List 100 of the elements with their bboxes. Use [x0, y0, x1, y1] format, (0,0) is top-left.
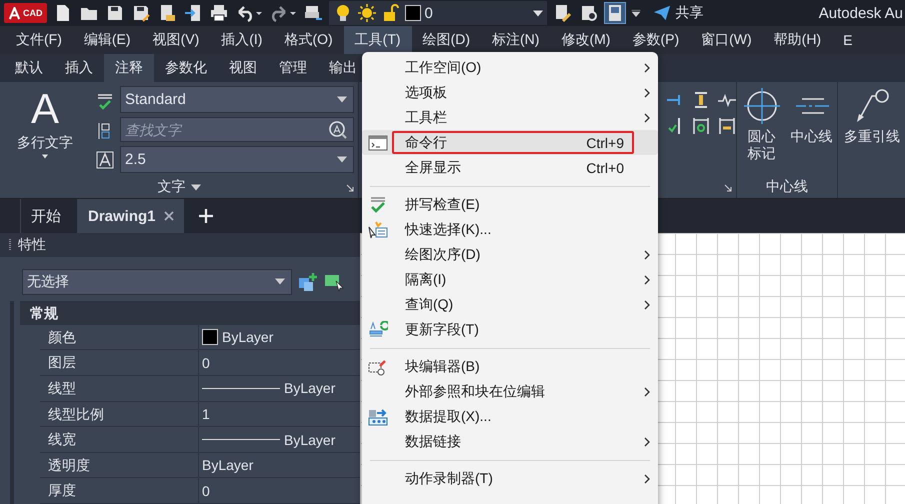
update-fields-icon [368, 320, 388, 338]
property-label: 线宽 [40, 427, 199, 452]
shortcut-text: Ctrl+0 [586, 160, 624, 176]
centerline-button[interactable]: 中心线 [790, 86, 832, 146]
menu-item[interactable]: 块编辑器(B) [362, 354, 658, 379]
menu-bar-item[interactable]: 文件(F) [5, 26, 73, 54]
menu-bar-item[interactable]: 视图(V) [142, 26, 210, 54]
menu-item[interactable]: 数据链接 [362, 429, 658, 454]
caret-icon [337, 156, 347, 163]
shortcut-text: Ctrl+9 [586, 134, 624, 150]
property-label: 颜色 [40, 324, 199, 350]
print-icon[interactable] [208, 3, 228, 23]
caret-icon [337, 96, 347, 103]
property-value[interactable]: 0 [202, 482, 210, 499]
multileader-button[interactable]: 多重引线 [844, 86, 900, 146]
selection-dropdown[interactable]: 无选择 [22, 268, 292, 295]
block-editor-icon [368, 358, 388, 376]
panel-title[interactable]: 文字 [158, 178, 186, 196]
dimension-icon[interactable] [691, 116, 711, 136]
property-value[interactable]: 1 [202, 406, 210, 422]
menu-bar-item[interactable]: 参数(P) [621, 26, 690, 54]
dialog-launcher-icon[interactable] [724, 184, 732, 192]
quick-select-icon[interactable] [298, 272, 318, 292]
caret-icon [275, 278, 285, 286]
text-style-dropdown[interactable]: Standard [120, 86, 354, 113]
section-header[interactable]: 常规 [20, 300, 360, 325]
chevron-right-icon [644, 88, 650, 98]
caret-icon[interactable] [630, 10, 640, 16]
caret-icon [190, 184, 200, 190]
menu-item[interactable]: 工具栏 [362, 105, 658, 130]
menu-bar-item[interactable]: 帮助(H) [762, 26, 832, 54]
chevron-right-icon [644, 386, 650, 396]
menu-bar-item[interactable]: 插入(I) [210, 26, 274, 54]
menu-item[interactable]: 绘图次序(D) [362, 242, 658, 267]
menu-bar-item[interactable]: 编辑(E) [72, 26, 142, 54]
menu-item[interactable]: 命令行 Ctrl+9 [362, 130, 658, 155]
chevron-right-icon [644, 274, 650, 284]
text-height-icon[interactable] [95, 150, 115, 170]
chevron-right-icon [644, 250, 650, 260]
property-label: 透明度 [40, 452, 199, 478]
window-icon[interactable] [604, 3, 624, 23]
menu-item[interactable]: 更新字段(T) [362, 317, 658, 342]
menu-item[interactable]: 动作录制器(T) [362, 466, 658, 491]
spell-check-icon[interactable] [95, 92, 115, 112]
property-label: 线型比例 [40, 402, 199, 426]
quick-select-icon [368, 220, 388, 238]
menu-bar-item[interactable]: 绘图(D) [412, 26, 481, 54]
app-title: Autodesk Au [818, 4, 903, 22]
menu-bar-item[interactable]: 格式(O) [273, 26, 344, 54]
property-value[interactable]: ByLayer [284, 432, 336, 448]
layer-dropdown[interactable]: 0 [328, 1, 546, 25]
search-icon[interactable] [328, 120, 348, 140]
property-value[interactable]: ByLayer [222, 329, 274, 346]
caret-icon [532, 10, 542, 16]
menu-bar-item[interactable]: 窗口(W) [690, 26, 763, 54]
property-value[interactable]: ByLayer [284, 380, 336, 396]
text-height-dropdown[interactable]: 2.5 [120, 146, 354, 173]
menu-item[interactable]: 隔离(I) [362, 267, 658, 292]
plus-icon[interactable] [198, 208, 214, 224]
app-logo[interactable]: CAD [4, 3, 46, 23]
ribbon-tab[interactable]: 参数化 [154, 54, 218, 82]
spell-check-icon [368, 196, 388, 214]
center-mark-button[interactable]: 圆心标记 [742, 86, 782, 162]
chevron-right-icon [644, 436, 650, 446]
ribbon-tab[interactable]: 视图 [218, 54, 268, 82]
close-icon[interactable] [164, 211, 174, 221]
chevron-right-icon [644, 474, 650, 484]
grip-icon[interactable] [8, 238, 12, 251]
menu-bar-item[interactable]: 工具(T) [344, 26, 412, 54]
menu-item[interactable]: 快速选择(K)... [362, 217, 658, 242]
menu-item[interactable]: 查询(Q) [362, 292, 658, 317]
chevron-right-icon [644, 112, 650, 122]
plot-icon[interactable] [302, 3, 322, 23]
property-value[interactable]: 0 [202, 354, 210, 371]
menu-bar-item[interactable]: 修改(M) [550, 26, 622, 54]
paper-plane-icon [652, 4, 670, 22]
dimension-icon[interactable] [717, 116, 737, 136]
ribbon-tab[interactable]: 默认 [4, 54, 54, 82]
color-swatch [404, 5, 420, 21]
sun-icon [356, 3, 376, 23]
menu-bar-item[interactable]: E [832, 26, 864, 54]
ribbon-tab[interactable]: 注释 [104, 54, 154, 82]
multiline-text-button[interactable]: A 多行文字 [0, 86, 90, 176]
menu-bar-item[interactable]: 标注(N) [481, 26, 550, 54]
menu-item[interactable]: 选项板 [362, 80, 658, 105]
find-text-field[interactable]: 查找文字 [120, 117, 354, 142]
dialog-launcher-icon[interactable] [346, 184, 354, 192]
menu-item[interactable]: 拼写检查(E) [362, 192, 658, 217]
property-value[interactable]: ByLayer [202, 457, 254, 474]
chevron-right-icon [644, 62, 650, 72]
menu-item[interactable]: 数据提取(X)... [362, 404, 658, 429]
share-button[interactable]: 共享 [652, 4, 704, 22]
menu-item[interactable]: 全屏显示 Ctrl+0 [362, 155, 658, 180]
export-icon[interactable] [182, 3, 202, 23]
chevron-right-icon [644, 300, 650, 310]
menu-item[interactable]: 外部参照和块在位编辑 [362, 379, 658, 404]
ribbon-tab[interactable]: 管理 [268, 54, 318, 82]
ribbon-tab[interactable]: 插入 [54, 54, 104, 82]
crosshair-circle-icon [742, 86, 782, 126]
document-tab[interactable]: Drawing1 [77, 199, 184, 233]
